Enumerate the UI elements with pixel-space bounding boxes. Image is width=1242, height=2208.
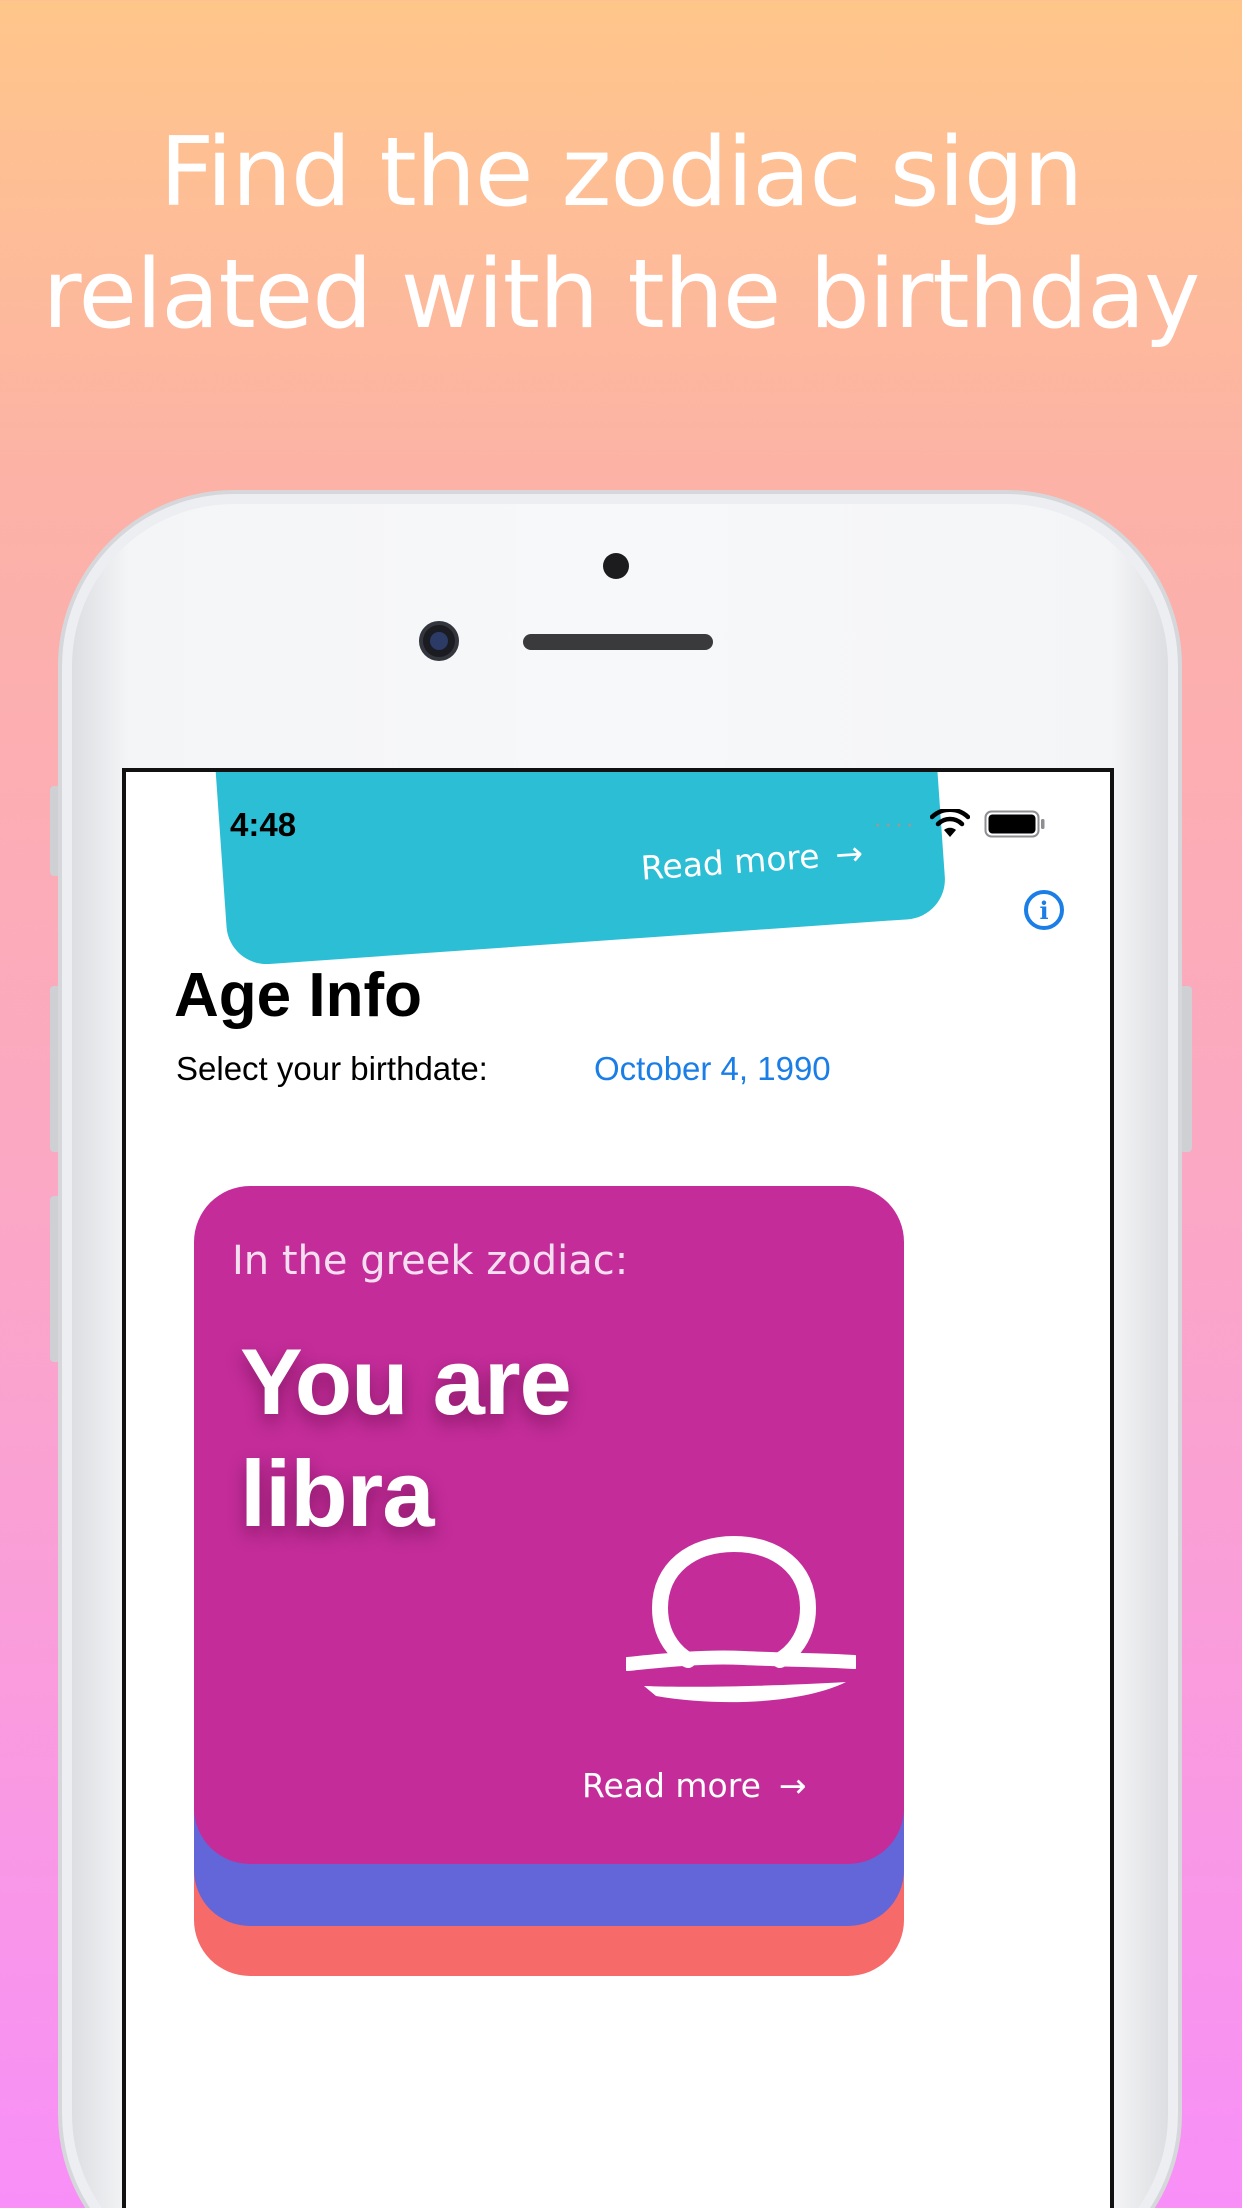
- teal-card-read-more-label: Read more: [639, 836, 821, 888]
- birthdate-label: Select your birthdate:: [176, 1050, 488, 1087]
- birthdate-picker[interactable]: October 4, 1990: [594, 1050, 831, 1088]
- zodiac-card[interactable]: In the greek zodiac: You are libra Read …: [194, 1186, 904, 1864]
- zodiac-headline-line2: libra: [240, 1441, 435, 1546]
- teal-card-read-more[interactable]: Read more →: [640, 833, 865, 887]
- promo-headline-line2: related with the birthday: [42, 240, 1200, 350]
- arrow-right-icon: →: [778, 1766, 807, 1805]
- zodiac-card-read-more-label: Read more: [582, 1766, 761, 1805]
- info-icon: i: [1039, 895, 1049, 925]
- app-screen: Read more → 4:48 ···· i Age Info Select y…: [122, 768, 1114, 2208]
- status-time: 4:48: [230, 806, 297, 843]
- promo-headline-line1: Find the zodiac sign: [159, 118, 1084, 228]
- zodiac-card-headline: You are libra: [240, 1326, 572, 1550]
- proximity-sensor: [603, 553, 629, 579]
- front-camera: [419, 621, 459, 661]
- teal-zodiac-card[interactable]: Read more →: [208, 772, 948, 967]
- zodiac-card-subtitle: In the greek zodiac:: [232, 1238, 629, 1284]
- status-indicators: ····: [873, 808, 1046, 839]
- earpiece-speaker: [523, 634, 713, 650]
- libra-icon: [626, 1536, 856, 1703]
- arrow-right-icon: →: [833, 833, 865, 875]
- zodiac-card-stack: In the greek zodiac: You are libra Read …: [194, 1186, 904, 1976]
- info-button[interactable]: i: [1024, 890, 1064, 930]
- wifi-icon: [930, 808, 970, 837]
- battery-icon: [984, 810, 1045, 837]
- zodiac-card-read-more[interactable]: Read more →: [582, 1766, 807, 1805]
- promo-headline: Find the zodiac sign related with the bi…: [0, 112, 1242, 356]
- page-title: Age Info: [174, 961, 422, 1030]
- zodiac-headline-line1: You are: [240, 1329, 572, 1434]
- cellular-signal-icon: ····: [873, 808, 916, 838]
